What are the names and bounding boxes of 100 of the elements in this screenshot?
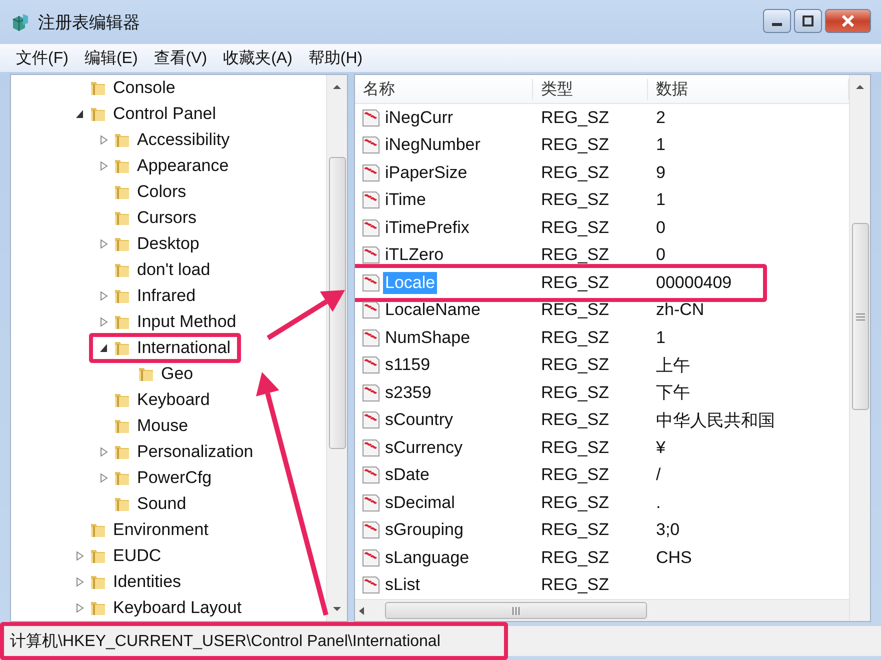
value-data: ¥	[655, 438, 666, 458]
value-data: 下午	[655, 382, 691, 404]
tree-item[interactable]: Keyboard	[135, 390, 212, 410]
scrollbar[interactable]	[326, 75, 347, 621]
folder-icon	[113, 261, 131, 279]
menu-item[interactable]: 编辑(E)	[84, 48, 138, 68]
tree-item[interactable]: Keyboard Layout	[111, 598, 244, 618]
folder-icon	[113, 469, 131, 487]
maximize-button[interactable]	[794, 9, 822, 33]
expand-arrow-icon[interactable]	[75, 603, 85, 613]
tree-item[interactable]: Accessibility	[135, 130, 232, 150]
value-data: 00000409	[655, 272, 733, 293]
menu-item[interactable]: 帮助(H)	[308, 48, 363, 68]
value-name[interactable]: sCountry	[383, 409, 456, 432]
string-value-icon	[361, 492, 381, 513]
menu-item[interactable]: 收藏夹(A)	[223, 48, 292, 68]
value-name[interactable]: iTime	[383, 189, 428, 212]
expand-arrow-icon[interactable]	[99, 135, 109, 145]
expand-arrow-icon[interactable]	[99, 291, 109, 301]
tree-item[interactable]: Personalization	[135, 442, 256, 462]
expand-arrow-icon[interactable]	[99, 239, 109, 249]
expand-arrow-icon[interactable]	[75, 577, 85, 587]
value-name[interactable]: sLanguage	[383, 546, 472, 569]
value-name[interactable]: LocaleName	[383, 299, 482, 322]
value-name[interactable]: sCurrency	[383, 436, 464, 459]
tree-item[interactable]: Infrared	[135, 286, 198, 306]
value-type: REG_SZ	[540, 520, 610, 540]
column-header[interactable]: 类型	[533, 78, 648, 100]
tree-item[interactable]: Console	[111, 78, 178, 98]
value-type: REG_SZ	[540, 108, 610, 128]
value-data: .	[655, 492, 662, 513]
window-title: 注册表编辑器	[38, 12, 140, 34]
folder-icon	[113, 287, 131, 305]
tree-item[interactable]: Cursors	[135, 208, 199, 228]
value-name[interactable]: sDate	[383, 464, 432, 486]
value-data: /	[655, 465, 662, 486]
value-name[interactable]: iNegNumber	[383, 134, 482, 156]
value-name[interactable]: sGrouping	[383, 519, 466, 542]
string-value-icon	[361, 355, 381, 376]
folder-icon	[113, 417, 131, 435]
tree-item[interactable]: EUDC	[111, 546, 164, 566]
collapse-arrow-icon[interactable]	[75, 109, 85, 119]
value-type: REG_SZ	[540, 272, 610, 293]
string-value-icon	[361, 520, 381, 540]
value-type: REG_SZ	[540, 162, 610, 183]
expand-arrow-icon[interactable]	[75, 551, 85, 561]
scroll-thumb[interactable]	[385, 602, 647, 619]
value-type: REG_SZ	[540, 548, 610, 568]
value-name[interactable]: s2359	[383, 382, 434, 404]
expand-arrow-icon[interactable]	[99, 473, 109, 483]
tree-item[interactable]: PowerCfg	[135, 468, 214, 488]
tree-item[interactable]: don't load	[135, 260, 212, 280]
string-value-icon	[361, 410, 381, 430]
tree-item[interactable]: Desktop	[135, 234, 202, 254]
tree-item[interactable]: Appearance	[135, 156, 231, 176]
close-button[interactable]	[825, 9, 871, 33]
expand-arrow-icon[interactable]	[99, 317, 109, 327]
tree-item[interactable]: Environment	[111, 520, 210, 540]
value-name[interactable]: iNegCurr	[383, 106, 456, 129]
tree-item[interactable]: Control Panel	[111, 104, 218, 124]
value-name[interactable]: sList	[383, 574, 422, 596]
folder-icon	[113, 339, 131, 357]
string-value-icon	[361, 300, 381, 320]
scrollbar[interactable]	[849, 75, 870, 621]
collapse-arrow-icon[interactable]	[99, 343, 109, 353]
value-name[interactable]: iPaperSize	[383, 162, 470, 184]
folder-icon	[113, 209, 131, 227]
value-type: REG_SZ	[540, 410, 610, 430]
grip-icon	[856, 312, 864, 321]
value-name[interactable]: iTLZero	[383, 244, 446, 266]
tree-item[interactable]: Mouse	[135, 416, 190, 436]
menu-item[interactable]: 查看(V)	[154, 48, 208, 68]
scroll-thumb[interactable]	[328, 157, 346, 449]
value-data: 1	[655, 190, 666, 210]
tree-item[interactable]: Identities	[111, 572, 184, 592]
minimize-button[interactable]	[763, 9, 791, 33]
folder-icon	[113, 443, 131, 461]
value-name[interactable]: NumShape	[383, 326, 472, 349]
value-type: REG_SZ	[540, 135, 610, 156]
folder-icon	[113, 391, 131, 409]
expand-arrow-icon[interactable]	[99, 447, 109, 457]
value-name[interactable]: iTimePrefix	[383, 216, 472, 239]
string-value-icon	[361, 465, 381, 486]
tree-item[interactable]: Colors	[135, 182, 188, 202]
scroll-left-icon[interactable]	[357, 604, 367, 616]
tree-item[interactable]: International	[135, 338, 233, 358]
tree-item[interactable]: Input Method	[135, 312, 238, 332]
folder-icon	[113, 183, 131, 201]
value-name[interactable]: sDecimal	[383, 492, 457, 514]
value-type: REG_SZ	[540, 355, 610, 376]
column-header[interactable]: 名称	[355, 78, 533, 100]
value-name[interactable]: s1159	[383, 354, 432, 376]
folder-icon	[89, 573, 107, 591]
scroll-thumb[interactable]	[852, 223, 868, 410]
expand-arrow-icon[interactable]	[99, 161, 109, 171]
tree-item[interactable]: Sound	[135, 494, 188, 514]
menu-item[interactable]: 文件(F)	[16, 48, 68, 68]
tree-item[interactable]: Geo	[159, 364, 196, 384]
horizontal-scrollbar[interactable]	[355, 599, 849, 621]
string-value-icon	[361, 135, 381, 156]
